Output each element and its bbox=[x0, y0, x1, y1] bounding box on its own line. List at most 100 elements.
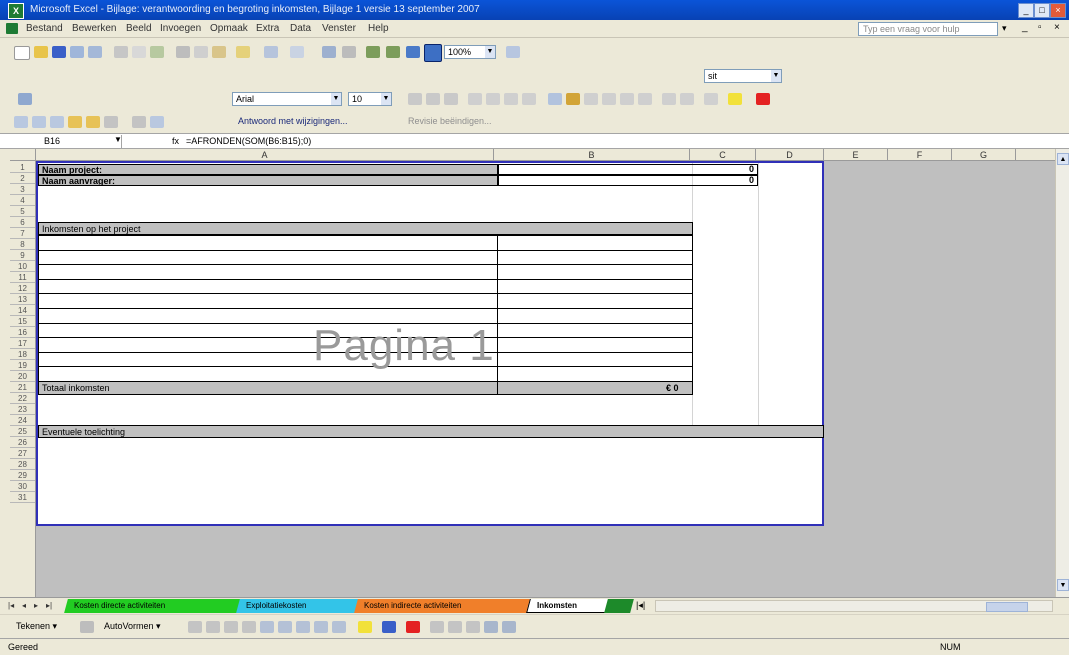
spelling-icon[interactable] bbox=[150, 46, 164, 58]
align-left-icon[interactable] bbox=[468, 93, 482, 105]
row-header[interactable]: 3 bbox=[10, 184, 35, 195]
doc-minimize-icon[interactable]: _ bbox=[1022, 22, 1028, 33]
notes-area[interactable] bbox=[38, 438, 824, 524]
column-header-g[interactable]: G bbox=[952, 149, 1016, 161]
scroll-down-icon[interactable]: ▼ bbox=[1057, 579, 1069, 591]
row-header[interactable]: 29 bbox=[10, 470, 35, 481]
row-header[interactable]: 17 bbox=[10, 338, 35, 349]
tab-kosten-indirecte-activiteiten[interactable]: Kosten indirecte activiteiten bbox=[354, 599, 536, 613]
line-icon[interactable] bbox=[188, 621, 202, 633]
menu-bewerken[interactable]: Bewerken bbox=[72, 23, 116, 34]
row-header[interactable]: 22 bbox=[10, 393, 35, 404]
cut-icon[interactable] bbox=[176, 46, 190, 58]
delete-comment-icon[interactable] bbox=[104, 116, 118, 128]
autosum-icon[interactable] bbox=[342, 46, 356, 58]
project-name-cell[interactable] bbox=[498, 164, 758, 175]
sort-desc-icon[interactable] bbox=[386, 46, 400, 58]
total-value[interactable]: € 0 bbox=[666, 383, 679, 393]
column-header-a[interactable]: A bbox=[36, 149, 494, 161]
menu-invoegen[interactable]: Invoegen bbox=[160, 23, 201, 34]
column-header-c[interactable]: C bbox=[690, 149, 756, 161]
diagram-icon[interactable] bbox=[296, 621, 310, 633]
show-comment-icon[interactable] bbox=[68, 116, 82, 128]
undo-icon[interactable] bbox=[264, 46, 278, 58]
menu-opmaak[interactable]: Opmaak bbox=[210, 23, 248, 34]
zoom-select[interactable]: 100% ▼ bbox=[444, 45, 496, 59]
format-painter-icon[interactable] bbox=[236, 46, 250, 58]
email-icon[interactable] bbox=[88, 46, 102, 58]
row-header[interactable]: 11 bbox=[10, 272, 35, 283]
drawing-toggle-icon[interactable] bbox=[424, 44, 442, 62]
tab-inkomsten[interactable]: Inkomsten bbox=[526, 599, 610, 613]
merge-center-icon[interactable] bbox=[522, 93, 536, 105]
c1-value[interactable]: 0 bbox=[749, 164, 754, 174]
workbook-icon[interactable] bbox=[6, 23, 18, 34]
row-header[interactable]: 20 bbox=[10, 371, 35, 382]
column-header-b[interactable]: B bbox=[494, 149, 690, 161]
toolbar-options-icon[interactable] bbox=[18, 93, 32, 105]
paste-icon[interactable] bbox=[212, 46, 226, 58]
track-changes-icon[interactable] bbox=[132, 116, 146, 128]
project-label-cell[interactable]: Naam project: bbox=[38, 164, 498, 175]
autoshapes-menu-button[interactable]: AutoVormen ▾ bbox=[104, 621, 161, 632]
row-header[interactable]: 4 bbox=[10, 195, 35, 206]
worksheet[interactable]: Naam project: Naam aanvrager: 0 0 Inkoms… bbox=[36, 161, 1055, 597]
save-icon[interactable] bbox=[52, 46, 66, 58]
print-icon[interactable] bbox=[114, 46, 128, 58]
arrow-style-icon[interactable] bbox=[466, 621, 480, 633]
doc-close-icon[interactable]: × bbox=[1054, 22, 1060, 33]
total-label-cell[interactable]: Totaal inkomsten bbox=[38, 381, 693, 395]
font-name-select[interactable]: Arial ▼ bbox=[232, 92, 342, 106]
prev-sheet-icon[interactable]: ◂ bbox=[22, 601, 26, 610]
print-preview-icon[interactable] bbox=[132, 46, 146, 58]
tab-exploitatiekosten[interactable]: Exploitatiekosten bbox=[236, 599, 364, 613]
new-comment-icon[interactable] bbox=[14, 116, 28, 128]
row-header[interactable]: 5 bbox=[10, 206, 35, 217]
clipart-icon[interactable] bbox=[314, 621, 328, 633]
formula-input[interactable]: =AFRONDEN(SOM(B6:B15);0) bbox=[186, 135, 311, 148]
textbox-icon[interactable] bbox=[260, 621, 274, 633]
font-color-drawing-icon[interactable] bbox=[406, 621, 420, 633]
row-header[interactable]: 19 bbox=[10, 360, 35, 371]
currency-icon[interactable] bbox=[548, 93, 562, 105]
align-center-icon[interactable] bbox=[486, 93, 500, 105]
column-header-f[interactable]: F bbox=[888, 149, 952, 161]
line-color-icon[interactable] bbox=[382, 621, 396, 633]
row-header[interactable]: 12 bbox=[10, 283, 35, 294]
row-header[interactable]: 7 bbox=[10, 228, 35, 239]
send-for-review-icon[interactable] bbox=[150, 116, 164, 128]
income-header[interactable]: Inkomsten op het project bbox=[38, 222, 693, 235]
applicant-label-cell[interactable]: Naam aanvrager: bbox=[38, 175, 498, 186]
row-header[interactable]: 10 bbox=[10, 261, 35, 272]
fill-color-icon[interactable] bbox=[728, 93, 742, 105]
menu-extra[interactable]: Extra bbox=[256, 23, 279, 34]
function-icon[interactable]: fx bbox=[172, 135, 179, 148]
euro-icon[interactable] bbox=[566, 93, 580, 105]
menu-help[interactable]: Help bbox=[368, 23, 389, 34]
bold-icon[interactable] bbox=[408, 93, 422, 105]
menu-beeld[interactable]: Beeld bbox=[126, 23, 152, 34]
decrease-decimal-icon[interactable] bbox=[638, 93, 652, 105]
wordart-icon[interactable] bbox=[278, 621, 292, 633]
line-style-icon[interactable] bbox=[430, 621, 444, 633]
next-comment-icon[interactable] bbox=[50, 116, 64, 128]
shadow-icon[interactable] bbox=[484, 621, 498, 633]
help-search-input[interactable]: Typ een vraag voor hulp bbox=[858, 22, 998, 36]
prev-comment-icon[interactable] bbox=[32, 116, 46, 128]
end-review-button[interactable]: Revisie beëindigen... bbox=[408, 116, 492, 126]
row-header[interactable]: 9 bbox=[10, 250, 35, 261]
name-box[interactable]: B16 bbox=[22, 135, 122, 148]
chart-wizard-icon[interactable] bbox=[406, 46, 420, 58]
menu-data[interactable]: Data bbox=[290, 23, 311, 34]
vertical-scrollbar[interactable]: ▲ ▼ bbox=[1055, 149, 1069, 597]
row-header[interactable]: 1 bbox=[10, 162, 35, 173]
name-box-dropdown-icon[interactable]: ▼ bbox=[114, 135, 122, 144]
picture-icon[interactable] bbox=[332, 621, 346, 633]
align-right-icon[interactable] bbox=[504, 93, 518, 105]
increase-indent-icon[interactable] bbox=[680, 93, 694, 105]
show-all-comments-icon[interactable] bbox=[86, 116, 100, 128]
sort-asc-icon[interactable] bbox=[366, 46, 380, 58]
borders-icon[interactable] bbox=[704, 93, 718, 105]
column-header-d[interactable]: D bbox=[756, 149, 824, 161]
percent-icon[interactable] bbox=[584, 93, 598, 105]
